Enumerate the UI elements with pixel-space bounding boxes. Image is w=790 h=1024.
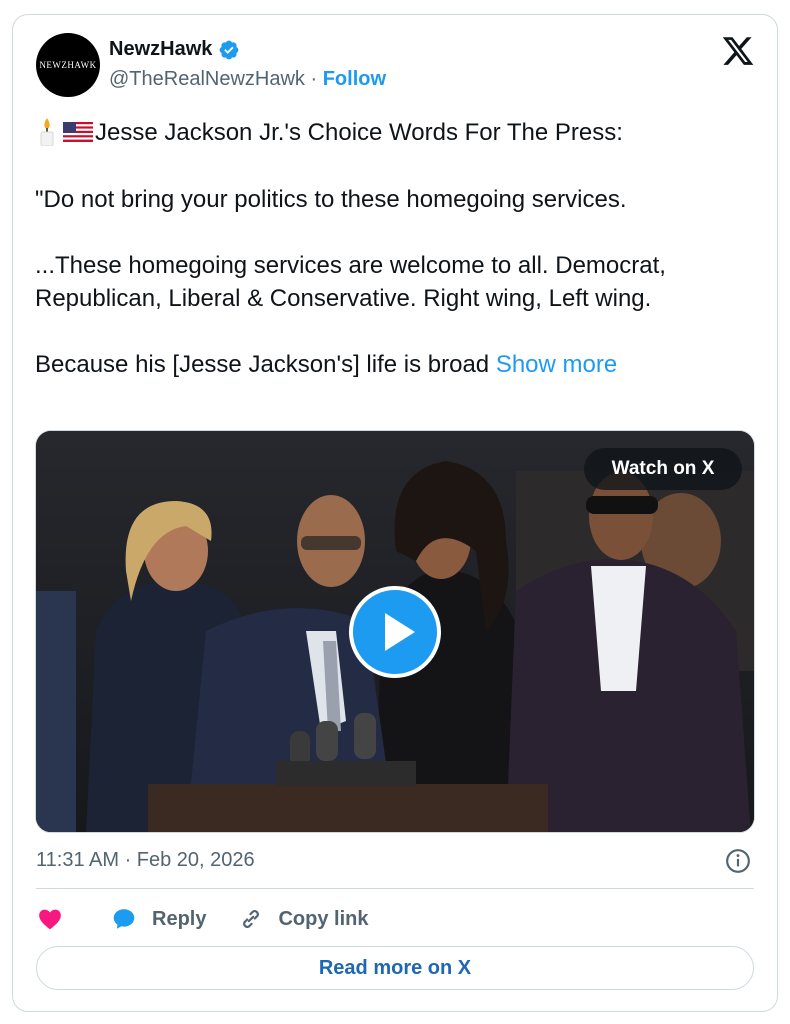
reply-bubble-icon (113, 909, 135, 929)
avatar[interactable]: NEWZHAWK (36, 33, 100, 97)
show-more-link[interactable]: Show more (496, 351, 617, 378)
x-logo-icon[interactable] (720, 34, 756, 68)
tweet-line-2: "Do not bring your politics to these hom… (35, 185, 627, 213)
tweet-text: Jesse Jackson Jr.'s Choice Words For The… (35, 116, 755, 382)
display-name[interactable]: NewzHawk (109, 38, 212, 61)
handle-row: @TheRealNewzHawk · Follow (109, 68, 386, 91)
play-icon[interactable] (349, 586, 441, 678)
read-more-button[interactable]: Read more on X (36, 946, 754, 990)
tweet-line-4: Because his [Jesse Jackson's] life is br… (35, 351, 618, 378)
separator: · (310, 68, 318, 90)
copy-link-button[interactable]: Copy link (238, 906, 368, 932)
reply-button[interactable]: Reply (110, 906, 206, 932)
handle[interactable]: @TheRealNewzHawk (109, 68, 305, 90)
watch-on-x-button[interactable]: Watch on X (584, 448, 742, 490)
tweet-line-3: ...These homegoing services are welcome … (35, 252, 666, 312)
tweet-timestamp[interactable]: 11:31 AM · Feb 20, 2026 (36, 849, 255, 872)
heart-icon (39, 909, 61, 930)
copy-link-label: Copy link (278, 907, 369, 930)
reply-label: Reply (152, 907, 207, 930)
verified-badge-icon (219, 40, 239, 59)
avatar-logo-text: NEWZHAWK (39, 60, 97, 70)
follow-button[interactable]: Follow (323, 68, 386, 90)
author-name-row[interactable]: NewzHawk (109, 38, 240, 61)
like-button[interactable] (36, 906, 64, 932)
tweet-line-1: Jesse Jackson Jr.'s Choice Words For The… (35, 116, 755, 150)
link-icon (243, 910, 260, 928)
info-icon[interactable] (725, 848, 751, 874)
us-flag-emoji-icon (63, 122, 93, 142)
action-bar: Reply Copy link (36, 902, 368, 936)
divider (36, 888, 754, 889)
candle-emoji-icon (40, 118, 54, 146)
